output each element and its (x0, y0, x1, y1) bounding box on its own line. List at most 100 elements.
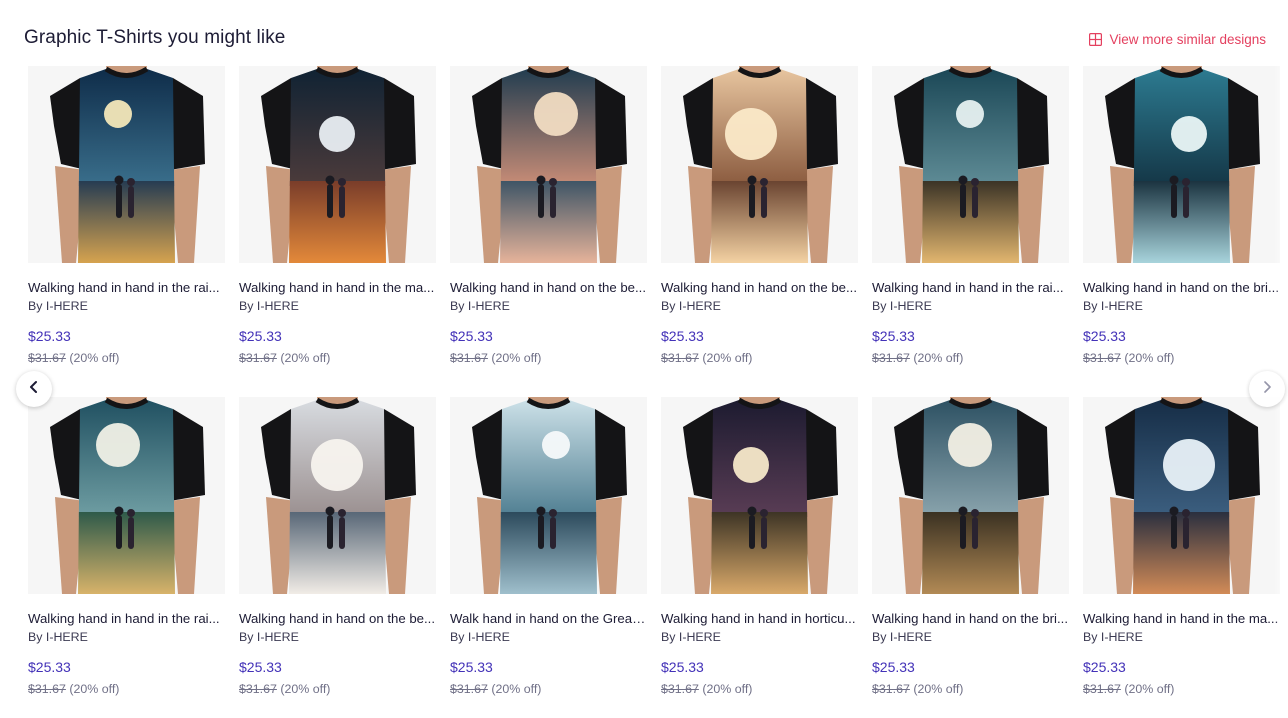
carousel-prev-button[interactable] (16, 371, 52, 407)
product-image[interactable] (1083, 66, 1280, 263)
product-original-price: $31.67 (872, 351, 910, 365)
product-grid: Walking hand in hand in the rai... By I-H… (28, 66, 1280, 718)
chevron-right-icon (1260, 380, 1274, 399)
product-card[interactable]: Walking hand in hand in the ma... By I-HE… (1083, 397, 1280, 718)
product-image[interactable] (661, 397, 858, 594)
product-original-price-row: $31.67 (20% off) (239, 682, 436, 697)
product-discount: (20% off) (491, 682, 542, 696)
product-image[interactable] (450, 66, 647, 263)
product-price: $25.33 (450, 328, 493, 344)
product-title[interactable]: Walking hand in hand on the be... (661, 280, 858, 296)
grid-icon (1089, 33, 1103, 46)
product-original-price-row: $31.67 (20% off) (1083, 351, 1280, 366)
product-discount: (20% off) (491, 351, 542, 365)
product-original-price: $31.67 (872, 682, 910, 696)
product-discount: (20% off) (69, 682, 120, 696)
product-image[interactable] (872, 66, 1069, 263)
product-image[interactable] (872, 397, 1069, 594)
product-original-price: $31.67 (661, 351, 699, 365)
product-price: $25.33 (239, 328, 282, 344)
product-artist: By I-HERE (239, 299, 299, 313)
product-artist: By I-HERE (239, 630, 299, 644)
product-card[interactable]: Walking hand in hand on the bri... By I-H… (1083, 66, 1280, 397)
product-image[interactable] (450, 397, 647, 594)
product-card[interactable]: Walking hand in hand on the be... By I-HE… (239, 397, 436, 718)
product-original-price-row: $31.67 (20% off) (872, 682, 1069, 697)
product-artist: By I-HERE (661, 299, 721, 313)
similar-designs-section: Graphic T-Shirts you might like View mor… (0, 0, 1288, 718)
product-original-price-row: $31.67 (20% off) (450, 351, 647, 366)
product-card[interactable]: Walking hand in hand in the rai... By I-H… (28, 66, 225, 397)
product-artist: By I-HERE (872, 630, 932, 644)
product-title[interactable]: Walking hand in hand on the bri... (872, 611, 1069, 627)
product-title[interactable]: Walking hand in hand in the rai... (28, 280, 225, 296)
product-artist: By I-HERE (872, 299, 932, 313)
product-original-price: $31.67 (28, 682, 66, 696)
product-image[interactable] (28, 397, 225, 594)
product-image[interactable] (661, 66, 858, 263)
product-price: $25.33 (661, 659, 704, 675)
product-artist: By I-HERE (28, 299, 88, 313)
product-card[interactable]: Walking hand in hand in the ma... By I-HE… (239, 66, 436, 397)
product-card[interactable]: Walking hand in hand on the be... By I-HE… (661, 66, 858, 397)
view-more-label: View more similar designs (1109, 32, 1266, 47)
product-original-price-row: $31.67 (20% off) (872, 351, 1069, 366)
product-original-price: $31.67 (1083, 682, 1121, 696)
product-price: $25.33 (661, 328, 704, 344)
product-title[interactable]: Walking hand in hand on the be... (239, 611, 436, 627)
product-title[interactable]: Walk hand in hand on the Great ... (450, 611, 647, 627)
chevron-left-icon (27, 380, 41, 399)
product-price: $25.33 (28, 659, 71, 675)
product-title[interactable]: Walking hand in hand in the rai... (872, 280, 1069, 296)
product-title[interactable]: Walking hand in hand in the ma... (1083, 611, 1280, 627)
product-discount: (20% off) (280, 682, 331, 696)
product-original-price: $31.67 (1083, 351, 1121, 365)
product-discount: (20% off) (913, 351, 964, 365)
product-discount: (20% off) (280, 351, 331, 365)
product-image[interactable] (239, 66, 436, 263)
product-card[interactable]: Walking hand in hand in the rai... By I-H… (872, 66, 1069, 397)
product-card[interactable]: Walking hand in hand on the be... By I-HE… (450, 66, 647, 397)
product-artist: By I-HERE (28, 630, 88, 644)
product-price: $25.33 (1083, 328, 1126, 344)
product-title[interactable]: Walking hand in hand in the ma... (239, 280, 436, 296)
product-card[interactable]: Walking hand in hand on the bri... By I-H… (872, 397, 1069, 718)
product-original-price-row: $31.67 (20% off) (1083, 682, 1280, 697)
product-card[interactable]: Walk hand in hand on the Great ... By I-H… (450, 397, 647, 718)
product-artist: By I-HERE (1083, 299, 1143, 313)
product-price: $25.33 (872, 659, 915, 675)
product-original-price-row: $31.67 (20% off) (450, 682, 647, 697)
product-artist: By I-HERE (1083, 630, 1143, 644)
product-original-price: $31.67 (450, 351, 488, 365)
product-price: $25.33 (28, 328, 71, 344)
product-title[interactable]: Walking hand in hand in the rai... (28, 611, 225, 627)
product-card[interactable]: Walking hand in hand in the rai... By I-H… (28, 397, 225, 718)
product-discount: (20% off) (1124, 682, 1175, 696)
product-original-price-row: $31.67 (20% off) (661, 682, 858, 697)
product-artist: By I-HERE (661, 630, 721, 644)
product-title[interactable]: Walking hand in hand on the be... (450, 280, 647, 296)
product-title[interactable]: Walking hand in hand in horticu... (661, 611, 858, 627)
view-more-link[interactable]: View more similar designs (1089, 32, 1266, 47)
product-original-price-row: $31.67 (20% off) (661, 351, 858, 366)
product-original-price: $31.67 (450, 682, 488, 696)
product-price: $25.33 (872, 328, 915, 344)
product-discount: (20% off) (913, 682, 964, 696)
product-price: $25.33 (450, 659, 493, 675)
product-card[interactable]: Walking hand in hand in horticu... By I-H… (661, 397, 858, 718)
product-price: $25.33 (1083, 659, 1126, 675)
product-original-price: $31.67 (239, 682, 277, 696)
product-title[interactable]: Walking hand in hand on the bri... (1083, 280, 1280, 296)
product-original-price-row: $31.67 (20% off) (28, 682, 225, 697)
product-image[interactable] (28, 66, 225, 263)
product-discount: (20% off) (702, 682, 753, 696)
product-discount: (20% off) (1124, 351, 1175, 365)
product-image[interactable] (239, 397, 436, 594)
product-image[interactable] (1083, 397, 1280, 594)
product-original-price-row: $31.67 (20% off) (239, 351, 436, 366)
product-artist: By I-HERE (450, 299, 510, 313)
carousel-next-button[interactable] (1249, 371, 1285, 407)
product-original-price: $31.67 (661, 682, 699, 696)
product-original-price: $31.67 (28, 351, 66, 365)
product-artist: By I-HERE (450, 630, 510, 644)
